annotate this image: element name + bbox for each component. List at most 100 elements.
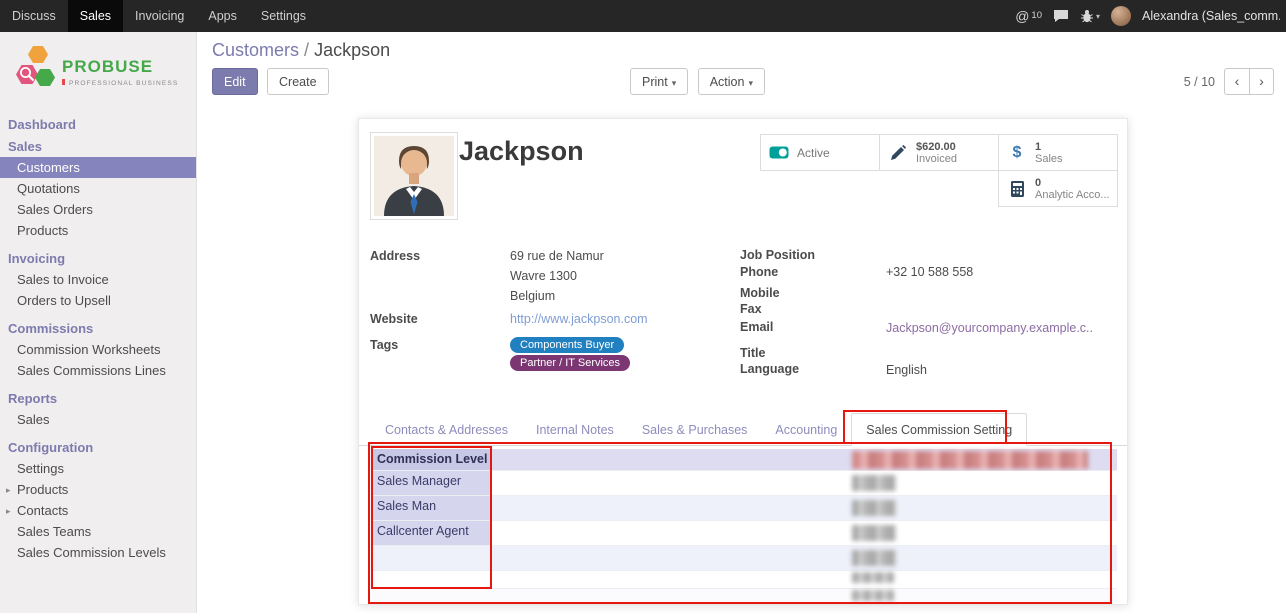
sales-stat-button[interactable]: $ 1 Sales	[998, 134, 1118, 171]
expand-caret-icon[interactable]: ▸	[6, 483, 11, 498]
user-name[interactable]: Alexandra (Sales_comm..	[1142, 9, 1280, 23]
sidebar-header-sales[interactable]: Sales	[0, 135, 196, 157]
notebook-tabs: Contacts & Addresses Internal Notes Sale…	[359, 411, 1127, 446]
create-button[interactable]: Create	[267, 68, 329, 95]
expand-caret-icon[interactable]: ▸	[6, 504, 11, 519]
website-link[interactable]: http://www.jackpson.com	[510, 312, 648, 326]
sidebar-item-sales-commission-levels[interactable]: Sales Commission Levels	[0, 542, 196, 563]
app-menu-settings[interactable]: Settings	[249, 0, 318, 32]
logo-hexagon-green	[35, 69, 55, 86]
systray: @10 ▾ Alexandra (Sales_comm..	[1015, 6, 1286, 26]
sidebar-item-products[interactable]: Products	[0, 220, 196, 241]
analytic-accounts-stat-button[interactable]: 0 Analytic Acco...	[998, 170, 1118, 207]
chevron-right-icon: ›	[1259, 73, 1264, 89]
customer-name-title[interactable]: Jackpson	[459, 136, 584, 167]
email-label: Email	[740, 320, 773, 334]
sales-count-label: Sales	[1035, 153, 1063, 165]
tags-label: Tags	[370, 338, 398, 352]
table-empty-row	[371, 571, 1117, 589]
sidebar-header-configuration[interactable]: Configuration	[0, 436, 196, 458]
edit-button[interactable]: Edit	[212, 68, 258, 95]
sidebar-item-orders-to-upsell[interactable]: Orders to Upsell	[0, 290, 196, 311]
tab-accounting[interactable]: Accounting	[761, 414, 851, 445]
action-dropdown-button[interactable]: Action▾	[698, 68, 765, 95]
action-group: Print▾ Action▾	[630, 68, 765, 95]
job-position-label: Job Position	[740, 248, 815, 262]
fax-label: Fax	[740, 302, 762, 316]
app-menu: Discuss Sales Invoicing Apps Settings	[0, 0, 318, 32]
language-value[interactable]: English	[886, 363, 927, 377]
sidebar-header-reports[interactable]: Reports	[0, 387, 196, 409]
sidebar-item-reports-sales[interactable]: Sales	[0, 409, 196, 430]
redacted-cell-content	[852, 525, 896, 541]
logo-title: PROBUSE	[62, 57, 153, 76]
address-line-2[interactable]: Wavre 1300	[510, 269, 577, 283]
debug-icon[interactable]: ▾	[1080, 9, 1100, 23]
sales-count-value: 1	[1035, 141, 1063, 153]
app-menu-invoicing[interactable]: Invoicing	[123, 0, 196, 32]
title-label: Title	[740, 346, 765, 360]
sidebar-item-config-products[interactable]: ▸ Products	[0, 479, 196, 500]
email-link[interactable]: Jackpson@yourcompany.example.c..	[886, 321, 1093, 335]
pager-next-button[interactable]: ›	[1249, 68, 1274, 95]
phone-label: Phone	[740, 265, 778, 279]
redacted-cell-content	[852, 550, 896, 566]
print-dropdown-button[interactable]: Print▾	[630, 68, 688, 95]
sidebar-item-sales-teams[interactable]: Sales Teams	[0, 521, 196, 542]
active-toggle-button[interactable]: Active	[760, 134, 880, 171]
sidebar-item-config-contacts[interactable]: ▸ Contacts	[0, 500, 196, 521]
commission-levels-table: Commission Level Sales Manager Sales Man…	[371, 449, 1117, 602]
breadcrumb-customers-link[interactable]: Customers	[212, 40, 299, 60]
sidebar-item-label: Contacts	[17, 503, 68, 518]
pencil-icon	[888, 145, 908, 160]
commission-level-cell[interactable]: Callcenter Agent	[371, 521, 490, 545]
mentions-counter[interactable]: @10	[1015, 8, 1042, 24]
app-menu-discuss[interactable]: Discuss	[0, 0, 68, 32]
customer-form-sheet: Jackpson Active $620.00 Invoiced $	[358, 118, 1128, 605]
logo-subtitle: PROFESSIONAL BUSINESS	[69, 80, 178, 87]
sidebar-item-customers[interactable]: Customers	[0, 157, 196, 178]
table-row-callcenter-agent[interactable]: Callcenter Agent	[371, 521, 1117, 546]
table-row-sales-manager[interactable]: Sales Manager	[371, 471, 1117, 496]
sidebar-item-label: Products	[17, 482, 68, 497]
toggle-on-icon	[769, 146, 789, 159]
address-line-1[interactable]: 69 rue de Namur	[510, 249, 604, 263]
action-label: Action	[710, 75, 745, 89]
probuse-logo: PROBUSE PROFESSIONAL BUSINESS	[0, 32, 196, 107]
invoiced-value: $620.00	[916, 141, 957, 153]
sidebar-item-sales-to-invoice[interactable]: Sales to Invoice	[0, 269, 196, 290]
tag-partner-it-services[interactable]: Partner / IT Services	[510, 355, 630, 371]
sidebar-header-invoicing[interactable]: Invoicing	[0, 247, 196, 269]
pager-prev-button[interactable]: ‹	[1224, 68, 1249, 95]
commission-level-column-header[interactable]: Commission Level	[371, 449, 490, 470]
tag-components-buyer[interactable]: Components Buyer	[510, 337, 624, 353]
phone-value[interactable]: +32 10 588 558	[886, 265, 973, 279]
sidebar-header-dashboard[interactable]: Dashboard	[0, 113, 196, 135]
sidebar-item-sales-orders[interactable]: Sales Orders	[0, 199, 196, 220]
stat-buttons: Active $620.00 Invoiced $ 1 Sales	[760, 134, 1117, 208]
sidebar-item-quotations[interactable]: Quotations	[0, 178, 196, 199]
sidebar-item-commission-worksheets[interactable]: Commission Worksheets	[0, 339, 196, 360]
commission-level-cell[interactable]: Sales Manager	[371, 471, 490, 495]
sidebar-header-commissions[interactable]: Commissions	[0, 317, 196, 339]
address-line-3[interactable]: Belgium	[510, 289, 555, 303]
user-avatar[interactable]	[1111, 6, 1131, 26]
invoiced-stat-button[interactable]: $620.00 Invoiced	[879, 134, 999, 171]
tab-sales-commission-setting[interactable]: Sales Commission Setting	[851, 413, 1027, 446]
tab-internal-notes[interactable]: Internal Notes	[522, 414, 628, 445]
breadcrumb-current: Jackpson	[314, 40, 390, 60]
sidebar-item-settings[interactable]: Settings	[0, 458, 196, 479]
caret-down-icon: ▾	[672, 78, 677, 88]
app-menu-apps[interactable]: Apps	[196, 0, 249, 32]
customer-photo[interactable]	[370, 132, 458, 220]
commission-level-cell[interactable]: Sales Man	[371, 496, 490, 520]
tab-contacts-addresses[interactable]: Contacts & Addresses	[371, 414, 522, 445]
table-empty-row	[371, 589, 1117, 602]
tab-sales-purchases[interactable]: Sales & Purchases	[628, 414, 762, 445]
at-icon: @	[1015, 8, 1029, 24]
table-row-sales-man[interactable]: Sales Man	[371, 496, 1117, 521]
active-label: Active	[797, 147, 830, 159]
messages-icon[interactable]	[1053, 9, 1069, 23]
sidebar-item-sales-commissions-lines[interactable]: Sales Commissions Lines	[0, 360, 196, 381]
app-menu-sales[interactable]: Sales	[68, 0, 123, 32]
